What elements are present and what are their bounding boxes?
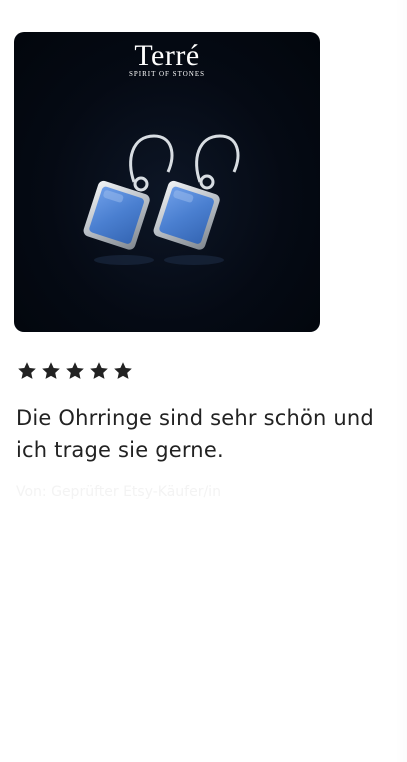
review-card: Terré SPIRIT OF STONES Die Ohrringe sind…: [0, 0, 407, 762]
star-icon: [66, 362, 84, 379]
edge-shade: [395, 0, 407, 762]
brand-logo: Terré SPIRIT OF STONES: [14, 39, 320, 79]
brand-name: Terré: [134, 39, 200, 72]
star-icon: [90, 362, 108, 379]
star-icon: [18, 362, 36, 379]
review-text: Die Ohrringe sind sehr schön und ich tra…: [16, 406, 374, 462]
star-icon: [42, 362, 60, 379]
star-rating: [16, 360, 134, 382]
star-icon: [114, 362, 132, 379]
reviewer-note: Von: Geprüfter Etsy-Käufer/in: [16, 484, 221, 500]
product-photo[interactable]: Terré SPIRIT OF STONES: [14, 32, 320, 332]
brand-tagline: SPIRIT OF STONES: [128, 70, 206, 78]
